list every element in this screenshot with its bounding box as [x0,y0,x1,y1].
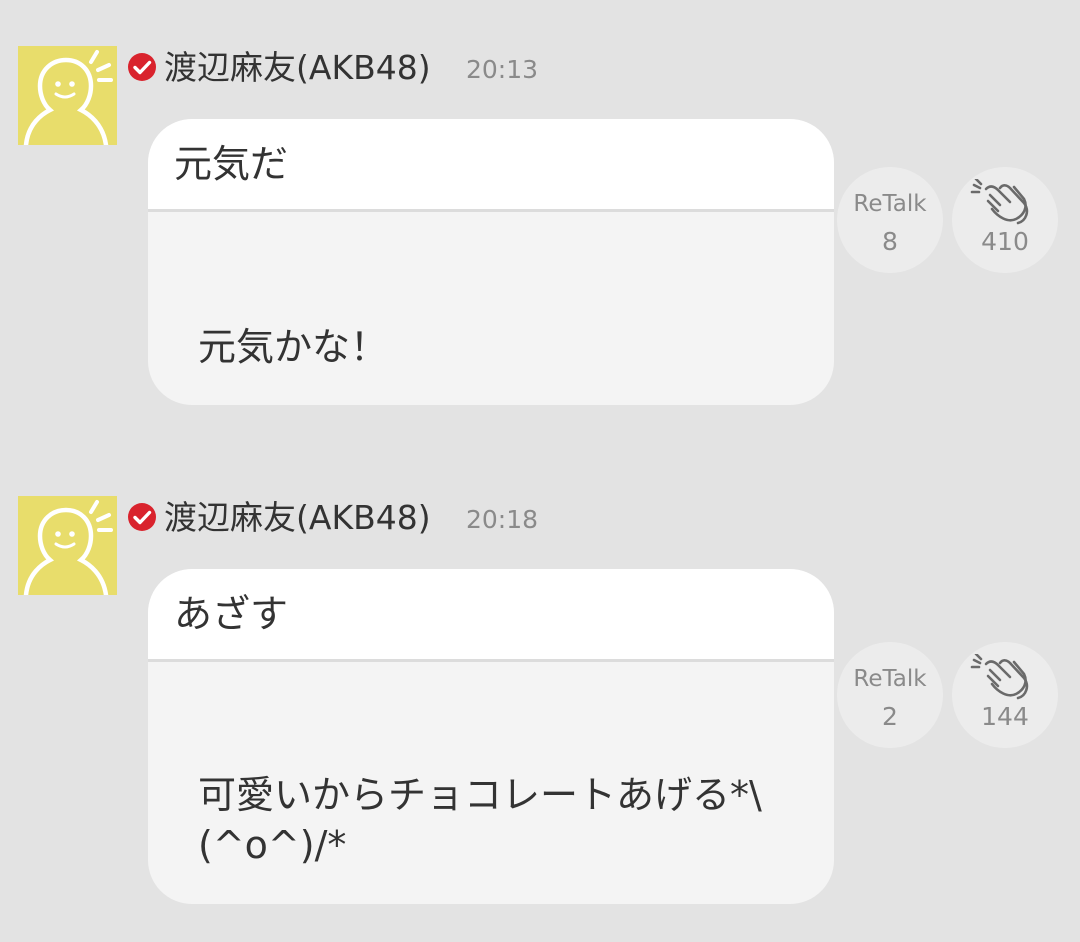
retalk-label: ReTalk [853,191,927,217]
retalk-label: ReTalk [853,666,927,692]
clap-button[interactable]: 410 [952,167,1058,273]
clap-count: 144 [981,702,1029,731]
clapping-hands-icon [970,179,1029,225]
post-timestamp: 20:13 [466,55,539,84]
avatar-figure-icon [23,50,113,145]
author-name[interactable]: 渡辺麻友(AKB48) [164,496,431,540]
message-bubble[interactable]: 元気だ 元気かな！ [148,119,834,405]
retalk-count: 2 [882,702,898,731]
post-item: 渡辺麻友(AKB48) 20:18 あざす 可愛いからチョコレートあげる*\(^… [0,496,1080,906]
message-body: 可愛いからチョコレートあげる*\(^o^)/* [198,773,762,867]
post-timestamp: 20:18 [466,505,539,534]
author-name[interactable]: 渡辺麻友(AKB48) [164,46,431,90]
retalk-button[interactable]: ReTalk 8 [837,167,943,273]
avatar[interactable] [18,496,117,595]
retalk-count: 8 [882,227,898,256]
post-item: 渡辺麻友(AKB48) 20:13 元気だ 元気かな！ ReTalk 8 410 [0,46,1080,406]
verified-check-icon [128,53,156,81]
message-bubble[interactable]: あざす 可愛いからチョコレートあげる*\(^o^)/* [148,569,834,904]
avatar-figure-icon [23,500,113,595]
clap-button[interactable]: 144 [952,642,1058,748]
avatar[interactable] [18,46,117,145]
retalk-button[interactable]: ReTalk 2 [837,642,943,748]
verified-check-icon [128,503,156,531]
clap-count: 410 [981,227,1029,256]
message-title: あざす [148,569,834,662]
message-title: 元気だ [148,119,834,212]
clapping-hands-icon [970,654,1029,700]
message-body: 元気かな！ [198,325,389,369]
